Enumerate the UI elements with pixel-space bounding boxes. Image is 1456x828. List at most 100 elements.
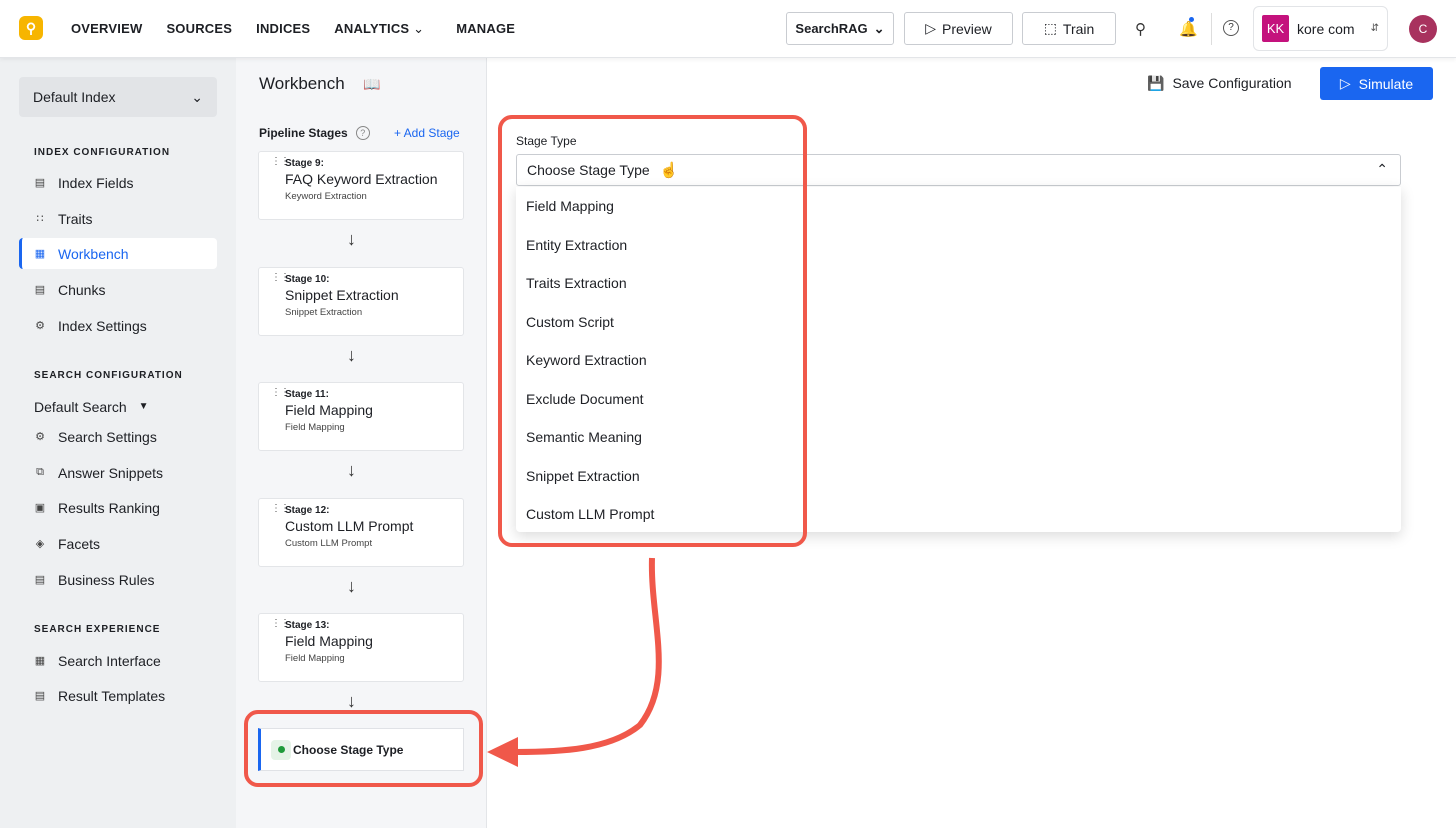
sidebar-item-result-templates[interactable]: ▤ Result Templates — [19, 680, 217, 711]
sidebar-item-business-rules[interactable]: ▤ Business Rules — [19, 564, 217, 595]
save-configuration-button[interactable]: 💾 Save Configuration — [1147, 75, 1292, 92]
nav-sources[interactable]: SOURCES — [166, 21, 232, 37]
stage-card[interactable]: ⋮⋮ Stage 11: Field Mapping Field Mapping — [258, 382, 464, 451]
index-select[interactable]: Default Index ⌄ — [19, 77, 217, 117]
interface-icon: ▦ — [34, 655, 46, 667]
book-icon[interactable]: 📖 — [363, 76, 380, 92]
app-select[interactable]: SearchRAG ⌄ — [786, 12, 894, 45]
drag-handle-icon[interactable]: ⋮⋮ — [271, 157, 290, 167]
nav-indices[interactable]: INDICES — [256, 21, 310, 37]
sidebar-item-label: Index Fields — [58, 174, 134, 191]
sidebar-item-index-settings[interactable]: ⚙ Index Settings — [19, 310, 217, 341]
stage-type-value: Choose Stage Type — [527, 162, 650, 178]
sidebar-item-chunks[interactable]: ▤ Chunks — [19, 274, 217, 305]
chevron-up-icon: ⌃ — [1376, 161, 1388, 177]
gear-icon: ⚙ — [35, 320, 45, 332]
stage-name: Custom LLM Prompt — [285, 517, 414, 534]
bell-icon[interactable]: 🔔 — [1179, 17, 1198, 38]
dropdown-option[interactable]: Traits Extraction — [516, 264, 1401, 303]
dropdown-option[interactable]: Custom Script — [516, 303, 1401, 342]
help-icon[interactable]: ? — [1223, 20, 1239, 36]
drag-handle-icon[interactable]: ⋮⋮ — [271, 503, 290, 513]
dropdown-option[interactable]: Field Mapping — [516, 187, 1401, 226]
stage-type: Custom LLM Prompt — [285, 537, 373, 549]
caret-down-icon: ▼ — [138, 401, 149, 412]
dropdown-option[interactable]: Snippet Extraction — [516, 457, 1401, 496]
avatar[interactable]: C — [1409, 15, 1437, 43]
sidebar-item-results-ranking[interactable]: ▣ Results Ranking — [19, 492, 217, 523]
sidebar-item-label: Business Rules — [58, 571, 155, 588]
sidebar-item-search-settings[interactable]: ⚙ Search Settings — [19, 421, 217, 452]
train-button[interactable]: ⬚ Train — [1022, 12, 1116, 45]
sidebar-item-label: Search Interface — [58, 652, 161, 669]
index-select-label: Default Index — [33, 89, 116, 105]
add-stage-button[interactable]: + Add Stage — [394, 126, 460, 140]
sidebar-item-label: Answer Snippets — [58, 464, 164, 481]
stage-name: Field Mapping — [285, 633, 373, 649]
search-config-select[interactable]: Default Search ▼ — [19, 391, 217, 422]
dropdown-option[interactable]: Entity Extraction — [516, 226, 1401, 265]
sidebar-item-facets[interactable]: ◈ Facets — [19, 528, 217, 559]
save-icon: 💾 — [1147, 75, 1165, 91]
chevron-down-icon: ⌄ — [191, 88, 203, 105]
stage-card[interactable]: ⋮⋮ Stage 10: Snippet Extraction Snippet … — [258, 266, 464, 336]
search-icon[interactable]: ⚲ — [1135, 20, 1146, 38]
dropdown-option[interactable]: Semantic Meaning — [516, 418, 1401, 457]
sidebar-item-traits[interactable]: ∷ Traits — [19, 203, 217, 234]
stage-number: Stage 13: — [285, 620, 330, 631]
divider — [1211, 13, 1212, 45]
drag-handle-icon[interactable]: ⋮⋮ — [271, 619, 290, 629]
stage-card[interactable]: ⋮⋮ Stage 12: Custom LLM Prompt Custom LL… — [258, 497, 464, 567]
new-stage-card[interactable]: Choose Stage Type — [258, 728, 464, 771]
nav-manage[interactable]: MANAGE — [456, 21, 515, 37]
logo-search-icon[interactable]: ⚲ — [19, 16, 43, 40]
save-label: Save Configuration — [1172, 75, 1292, 91]
sidebar-item-answer-snippets[interactable]: ⧉ Answer Snippets — [19, 457, 217, 488]
pipeline-title: Pipeline Stages — [259, 126, 348, 140]
nav-analytics[interactable]: ANALYTICS ⌄ — [334, 21, 424, 37]
sidebar-item-workbench[interactable]: ▦ Workbench — [19, 238, 217, 269]
account-switcher[interactable]: KK kore com ⇵ — [1253, 6, 1388, 51]
chunks-icon: ▤ — [34, 284, 46, 296]
nav-overview[interactable]: OVERVIEW — [71, 21, 142, 37]
train-icon: ⬚ — [1043, 20, 1057, 36]
drag-handle-icon[interactable]: ⋮⋮ — [271, 272, 290, 282]
sidebar-item-label: Workbench — [58, 245, 129, 262]
page-title-text: Workbench — [259, 74, 345, 93]
dropdown-option[interactable]: Keyword Extraction — [516, 341, 1401, 380]
sidebar-item-search-interface[interactable]: ▦ Search Interface — [19, 645, 217, 676]
stage-type: Snippet Extraction — [285, 306, 363, 318]
stage-type-select[interactable]: Choose Stage Type ☝ ⌃ — [516, 154, 1401, 186]
dropdown-option[interactable]: Exclude Document — [516, 380, 1401, 419]
arrow-down-icon: ↓ — [347, 344, 356, 365]
status-dot-icon — [271, 739, 291, 760]
template-icon: ▤ — [34, 690, 46, 702]
sidebar-item-index-fields[interactable]: ▤ Index Fields — [19, 167, 217, 198]
sidebar-item-label: Search Settings — [58, 428, 157, 445]
simulate-button[interactable]: ▷ Simulate — [1320, 67, 1433, 100]
preview-button[interactable]: ▷ Preview — [904, 12, 1013, 45]
arrow-down-icon: ↓ — [347, 229, 356, 249]
stage-card[interactable]: ⋮⋮ Stage 13: Field Mapping Field Mapping — [258, 613, 464, 682]
account-name: kore com — [1297, 20, 1355, 37]
account-initials: KK — [1262, 15, 1289, 42]
section-search-experience: SEARCH EXPERIENCE — [34, 624, 161, 635]
stage-card[interactable]: ⋮⋮ Stage 9: FAQ Keyword Extraction Keywo… — [258, 151, 464, 220]
sidebar-item-label: Chunks — [58, 281, 106, 298]
help-icon[interactable]: ? — [355, 126, 370, 140]
top-bar: ⚲ OVERVIEW SOURCES INDICES ANALYTICS ⌄ M… — [0, 0, 1456, 58]
stage-type-dropdown: Field Mapping Entity Extraction Traits Ext… — [516, 187, 1401, 532]
simulate-label: Simulate — [1358, 75, 1414, 92]
app-select-label: SearchRAG — [795, 21, 868, 36]
updown-chevron-icon: ⇵ — [1370, 23, 1379, 34]
stage-type: Field Mapping — [285, 653, 345, 664]
sidebar-item-label: Results Ranking — [58, 499, 160, 516]
drag-handle-icon[interactable]: ⋮⋮ — [271, 388, 290, 398]
sidebar-item-label: Index Settings — [58, 317, 147, 334]
stage-type: Keyword Extraction — [285, 191, 367, 202]
section-search-configuration: SEARCH CONFIGURATION — [34, 370, 183, 381]
sidebar-item-label: Result Templates — [58, 687, 166, 704]
dropdown-option[interactable]: Custom LLM Prompt — [516, 495, 1401, 534]
arrow-down-icon: ↓ — [347, 691, 356, 711]
page-title: Workbench 📖 — [259, 74, 381, 94]
